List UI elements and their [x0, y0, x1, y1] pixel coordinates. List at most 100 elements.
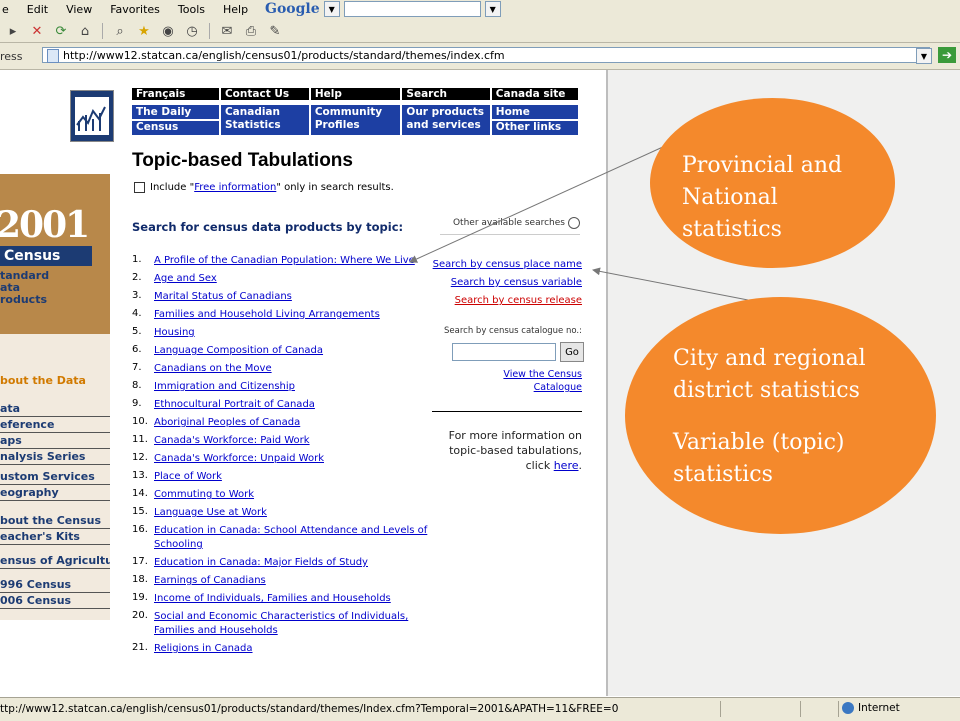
- media-icon[interactable]: ◉: [159, 22, 177, 40]
- topic-item: 19. Income of Individuals, Families and H…: [132, 592, 432, 606]
- history-icon[interactable]: ◷: [183, 22, 201, 40]
- free-info-checkbox[interactable]: [134, 182, 145, 193]
- toolbar: ▸ ✕ ⟳ ⌂ ⌕ ★ ◉ ◷ ✉ ⎙ ✎: [0, 20, 284, 42]
- topic-link[interactable]: Language Use at Work: [154, 506, 267, 520]
- nav-francais[interactable]: Français: [132, 88, 219, 100]
- nav-community-profiles[interactable]: Community Profiles: [310, 105, 401, 135]
- address-input[interactable]: http://www12.statcan.ca/english/census01…: [42, 47, 930, 63]
- topic-link[interactable]: Age and Sex: [154, 272, 217, 286]
- sidebar-item[interactable]: eference: [0, 418, 110, 433]
- sidebar-item[interactable]: bout the Census: [0, 514, 110, 529]
- sidebar-item[interactable]: ata: [0, 402, 110, 417]
- edit-icon[interactable]: ✎: [266, 22, 284, 40]
- topic-item: 12. Canada's Workforce: Unpaid Work: [132, 452, 432, 466]
- topic-link[interactable]: Marital Status of Canadians: [154, 290, 292, 304]
- menu-bar: e Edit View Favorites Tools Help Google …: [0, 0, 960, 43]
- topic-link[interactable]: Canadians on the Move: [154, 362, 272, 376]
- topic-link[interactable]: Income of Individuals, Families and Hous…: [154, 592, 391, 606]
- topic-link[interactable]: Housing: [154, 326, 195, 340]
- statcan-logo[interactable]: [70, 90, 114, 142]
- sidebar-item[interactable]: nalysis Series: [0, 450, 110, 465]
- nav-the-daily[interactable]: The Daily Census: [132, 105, 219, 135]
- sidebar-item[interactable]: bout the Data: [0, 374, 110, 388]
- security-zone: Internet: [842, 702, 900, 714]
- nav-our-products-label: Our products: [406, 106, 485, 118]
- topic-link[interactable]: Families and Household Living Arrangemen…: [154, 308, 380, 322]
- sidebar-item[interactable]: 006 Census: [0, 594, 110, 609]
- topic-link[interactable]: Canada's Workforce: Unpaid Work: [154, 452, 324, 466]
- topic-number: 11.: [132, 434, 148, 445]
- search-icon[interactable]: ⌕: [111, 22, 129, 40]
- topic-link[interactable]: Commuting to Work: [154, 488, 254, 502]
- topic-link[interactable]: Aboriginal Peoples of Canada: [154, 416, 300, 430]
- google-input-dropdown-icon[interactable]: ▼: [484, 1, 501, 17]
- sidebar-item[interactable]: 996 Census: [0, 578, 110, 593]
- topic-link[interactable]: Social and Economic Characteristics of I…: [154, 610, 432, 638]
- nav-canadian-statistics[interactable]: Canadian Statistics: [220, 105, 309, 135]
- topic-link[interactable]: Earnings of Canadians: [154, 574, 266, 588]
- nav-help[interactable]: Help: [310, 88, 401, 100]
- menu-file[interactable]: e: [0, 3, 11, 17]
- sidebar-item[interactable]: ustom Services: [0, 470, 110, 485]
- topic-link[interactable]: Education in Canada: Major Fields of Stu…: [154, 556, 368, 570]
- topic-link[interactable]: Immigration and Citizenship: [154, 380, 295, 394]
- address-bar: ress http://www12.statcan.ca/english/cen…: [0, 43, 960, 70]
- menu-tools[interactable]: Tools: [176, 3, 207, 17]
- go-arrow-icon[interactable]: ➔: [938, 47, 956, 63]
- annotation-line: City and regional: [673, 346, 866, 371]
- sidebar-item[interactable]: aps: [0, 434, 110, 449]
- search-by-release-link[interactable]: Search by census release: [455, 295, 582, 306]
- google-logo[interactable]: Google: [265, 1, 320, 17]
- home-icon[interactable]: ⌂: [76, 22, 94, 40]
- nav-statistics-label: Statistics: [224, 119, 281, 131]
- topic-item: 10. Aboriginal Peoples of Canada: [132, 416, 432, 430]
- address-dropdown-icon[interactable]: ▼: [916, 48, 932, 64]
- stop-icon[interactable]: ✕: [28, 22, 46, 40]
- menu-help[interactable]: Help: [221, 3, 250, 17]
- sidebar-item[interactable]: eography: [0, 486, 110, 501]
- more-info-text: For more information on topic-based tabu…: [430, 428, 582, 473]
- mail-icon[interactable]: ✉: [218, 22, 236, 40]
- search-by-place-link[interactable]: Search by census place name: [433, 259, 582, 270]
- here-link[interactable]: here: [554, 459, 579, 472]
- status-divider: [720, 701, 721, 717]
- topic-link[interactable]: Place of Work: [154, 470, 222, 484]
- nav-search[interactable]: Search: [402, 88, 490, 100]
- nav-and-services-label: and services: [406, 119, 481, 131]
- annotation-line: National statistics: [682, 185, 782, 242]
- topic-link[interactable]: A Profile of the Canadian Population: Wh…: [154, 254, 415, 268]
- catalogue-number-input[interactable]: [452, 343, 556, 361]
- nav-contact-us[interactable]: Contact Us: [220, 88, 309, 100]
- forward-icon[interactable]: ▸: [4, 22, 22, 40]
- go-button[interactable]: Go: [560, 342, 584, 362]
- include-text: Include "Free information" only in searc…: [150, 182, 394, 193]
- topic-link[interactable]: Religions in Canada: [154, 642, 253, 656]
- nav-home[interactable]: Home Other links: [491, 105, 578, 135]
- menu-view[interactable]: View: [64, 3, 94, 17]
- topic-link[interactable]: Education in Canada: School Attendance a…: [154, 524, 432, 552]
- refresh-icon[interactable]: ⟳: [52, 22, 70, 40]
- topic-link[interactable]: Language Composition of Canada: [154, 344, 323, 358]
- nav-canada-site[interactable]: Canada site: [491, 88, 578, 100]
- google-search-input[interactable]: [343, 1, 481, 17]
- print-icon[interactable]: ⎙: [242, 22, 260, 40]
- nav-profiles-label: Profiles: [314, 119, 360, 131]
- topic-item: 4. Families and Household Living Arrangem…: [132, 308, 432, 322]
- topic-link[interactable]: Canada's Workforce: Paid Work: [154, 434, 310, 448]
- search-by-variable-link[interactable]: Search by census variable: [451, 277, 582, 288]
- free-info-link[interactable]: Free information: [194, 182, 276, 193]
- topic-link[interactable]: Ethnocultural Portrait of Canada: [154, 398, 315, 412]
- topic-number: 20.: [132, 610, 148, 621]
- sidebar-item[interactable]: ensus of Agriculture: [0, 554, 110, 569]
- sidebar-item[interactable]: eacher's Kits: [0, 530, 110, 545]
- nav-our-products[interactable]: Our products and services: [402, 105, 490, 135]
- view-catalogue-link[interactable]: View the Census Catalogue: [480, 368, 582, 394]
- favorites-icon[interactable]: ★: [135, 22, 153, 40]
- topic-number: 6.: [132, 344, 142, 355]
- globe-icon: [842, 702, 854, 714]
- google-dropdown-icon[interactable]: ▼: [323, 1, 340, 17]
- status-divider: [800, 701, 801, 717]
- census-2001-banner[interactable]: 2001 Census tandard ata roducts: [0, 174, 110, 334]
- menu-edit[interactable]: Edit: [25, 3, 50, 17]
- menu-favorites[interactable]: Favorites: [108, 3, 162, 17]
